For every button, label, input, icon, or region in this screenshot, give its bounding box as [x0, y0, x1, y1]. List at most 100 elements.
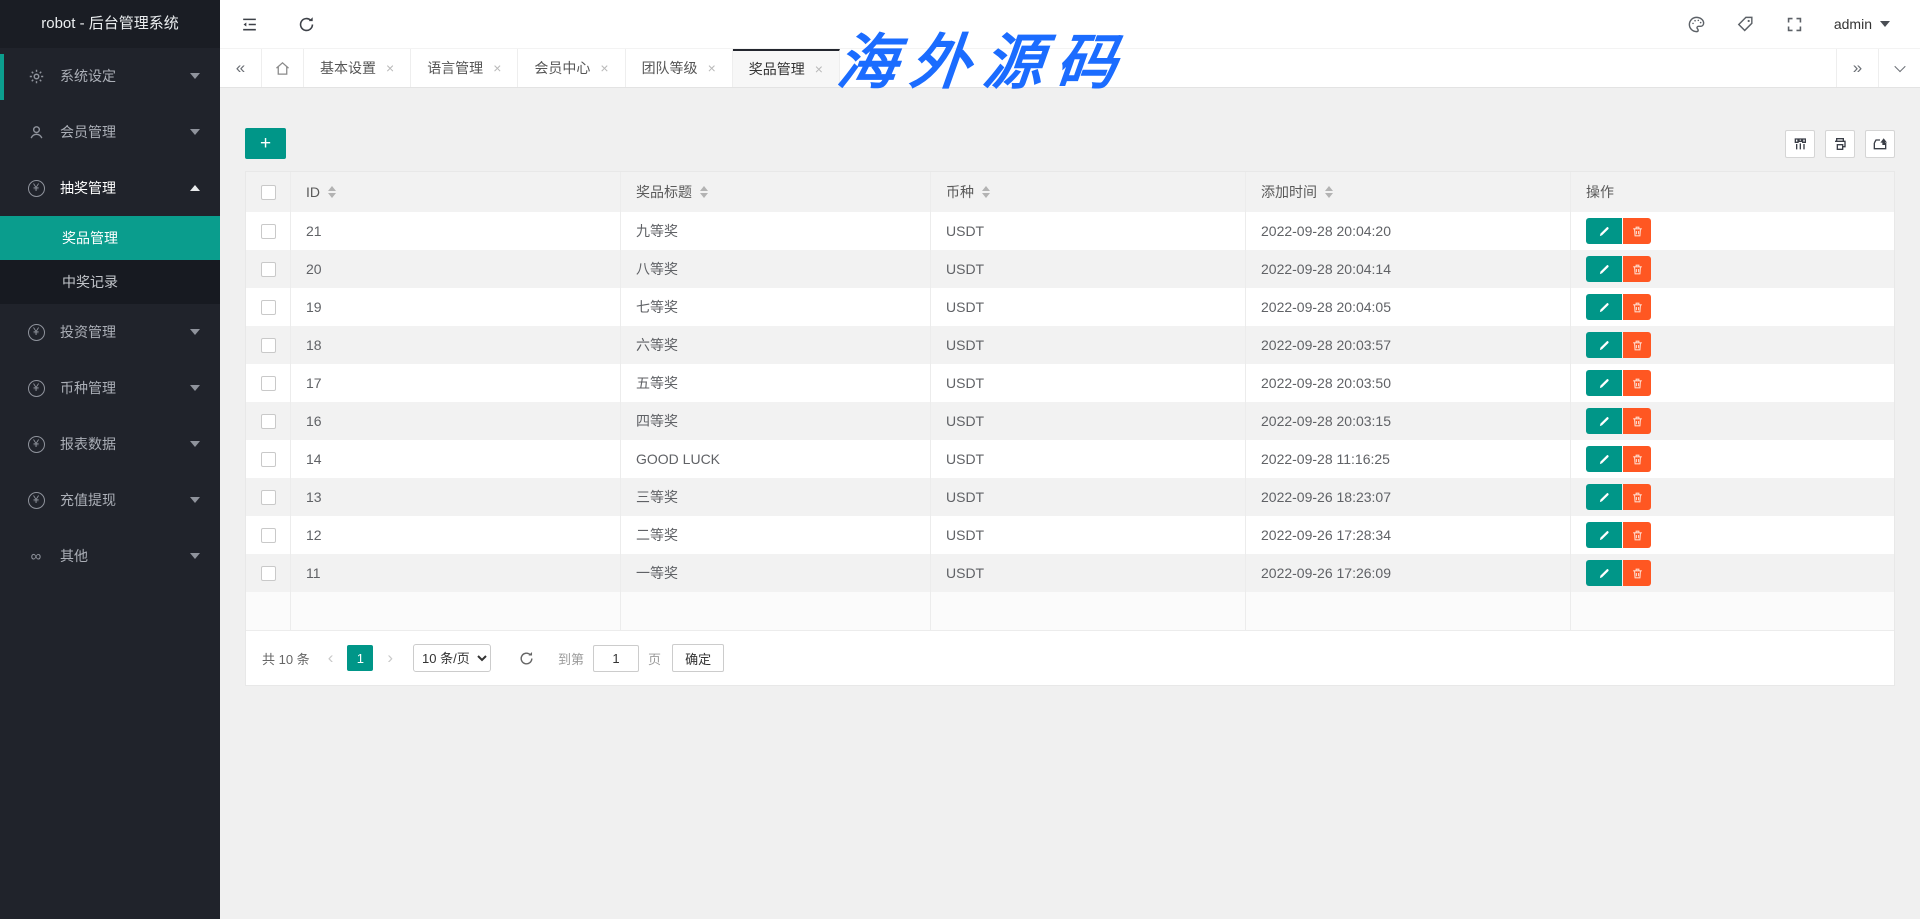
edit-button[interactable] [1586, 332, 1622, 358]
edit-button[interactable] [1586, 560, 1622, 586]
tab-prize-management[interactable]: 奖品管理 × [733, 49, 840, 87]
row-checkbox[interactable] [261, 376, 276, 391]
cell-title: 二等奖 [621, 516, 931, 554]
pagination-next-button[interactable]: › [382, 648, 398, 668]
sidebar-subitem-winning-records[interactable]: 中奖记录 [0, 260, 220, 304]
row-checkbox[interactable] [261, 224, 276, 239]
edit-button[interactable] [1586, 370, 1622, 396]
edit-button[interactable] [1586, 446, 1622, 472]
cell-title: 四等奖 [621, 402, 931, 440]
pagination-refresh-icon[interactable] [518, 650, 535, 667]
edit-button[interactable] [1586, 522, 1622, 548]
cell-time: 2022-09-28 20:03:15 [1246, 402, 1571, 440]
fullscreen-icon[interactable] [1785, 15, 1804, 34]
close-icon[interactable]: × [815, 61, 823, 77]
delete-button[interactable] [1623, 294, 1651, 320]
delete-button[interactable] [1623, 370, 1651, 396]
user-menu[interactable]: admin [1834, 16, 1890, 32]
sidebar-item-lottery-management[interactable]: ¥ 抽奖管理 [0, 160, 220, 216]
close-icon[interactable]: × [493, 60, 501, 76]
column-header-time[interactable]: 添加时间 [1246, 172, 1571, 212]
tab-team-level[interactable]: 团队等级 × [626, 49, 733, 87]
tab-language-management[interactable]: 语言管理 × [411, 49, 518, 87]
cell-id: 17 [291, 364, 621, 402]
goto-page-input[interactable] [593, 645, 639, 672]
sidebar-item-label: 报表数据 [60, 434, 190, 454]
table-header: ID 奖品标题 币种 添加时间 操作 [246, 172, 1894, 212]
tabs-scroll-left-button[interactable]: « [220, 49, 262, 87]
close-icon[interactable]: × [708, 60, 716, 76]
pagination-prev-button[interactable]: ‹ [323, 648, 339, 668]
tabs-menu-button[interactable] [1878, 49, 1920, 87]
theme-palette-icon[interactable] [1687, 15, 1706, 34]
chevron-down-icon [190, 441, 200, 447]
select-all-checkbox[interactable] [261, 185, 276, 200]
sidebar-item-currency-management[interactable]: ¥ 币种管理 [0, 360, 220, 416]
delete-button[interactable] [1623, 446, 1651, 472]
sort-icon[interactable] [328, 186, 336, 198]
edit-button[interactable] [1586, 484, 1622, 510]
home-tab-button[interactable] [262, 49, 304, 87]
cell-time: 2022-09-26 17:26:09 [1246, 554, 1571, 592]
pagination-bar: 共 10 条 ‹ 1 › 10 条/页 到第 页 确定 [246, 630, 1894, 685]
row-checkbox[interactable] [261, 566, 276, 581]
confirm-button[interactable]: 确定 [672, 644, 724, 672]
row-checkbox[interactable] [261, 452, 276, 467]
print-button[interactable] [1825, 130, 1855, 158]
sidebar-item-member-management[interactable]: 会员管理 [0, 104, 220, 160]
tab-member-center[interactable]: 会员中心 × [518, 49, 625, 87]
edit-button[interactable] [1586, 218, 1622, 244]
edit-button[interactable] [1586, 294, 1622, 320]
sort-icon[interactable] [1325, 186, 1333, 198]
close-icon[interactable]: × [600, 60, 608, 76]
delete-button[interactable] [1623, 256, 1651, 282]
sidebar-subitem-prize-management[interactable]: 奖品管理 [0, 216, 220, 260]
chevron-up-icon [190, 185, 200, 191]
sidebar-item-investment-management[interactable]: ¥ 投资管理 [0, 304, 220, 360]
column-header-actions: 操作 [1571, 172, 1894, 212]
cell-title: 九等奖 [621, 212, 931, 250]
column-header-title[interactable]: 奖品标题 [621, 172, 931, 212]
prize-table: ID 奖品标题 币种 添加时间 操作 [245, 171, 1895, 686]
close-icon[interactable]: × [386, 60, 394, 76]
sidebar-toggle-icon[interactable] [240, 15, 259, 34]
row-checkbox[interactable] [261, 300, 276, 315]
sidebar-scrollbar[interactable] [0, 54, 4, 100]
column-header-currency[interactable]: 币种 [931, 172, 1246, 212]
edit-button[interactable] [1586, 256, 1622, 282]
edit-button[interactable] [1586, 408, 1622, 434]
column-header-id[interactable]: ID [291, 172, 621, 212]
delete-button[interactable] [1623, 522, 1651, 548]
pagination-page-button[interactable]: 1 [347, 645, 373, 671]
export-button[interactable] [1865, 130, 1895, 158]
content-area: + [220, 88, 1920, 919]
delete-button[interactable] [1623, 218, 1651, 244]
delete-button[interactable] [1623, 560, 1651, 586]
row-checkbox[interactable] [261, 414, 276, 429]
sidebar-item-recharge-withdraw[interactable]: ¥ 充值提现 [0, 472, 220, 528]
tag-icon[interactable] [1736, 15, 1755, 34]
refresh-icon[interactable] [297, 15, 316, 34]
page-size-select[interactable]: 10 条/页 [413, 644, 491, 672]
row-checkbox[interactable] [261, 262, 276, 277]
cell-currency: USDT [931, 364, 1246, 402]
row-checkbox[interactable] [261, 490, 276, 505]
delete-button[interactable] [1623, 408, 1651, 434]
column-filter-button[interactable] [1785, 130, 1815, 158]
tabs-scroll-right-button[interactable]: » [1836, 49, 1878, 87]
add-prize-button[interactable]: + [245, 128, 286, 159]
delete-button[interactable] [1623, 484, 1651, 510]
cell-title: GOOD LUCK [621, 440, 931, 478]
table-body: 21 九等奖 USDT 2022-09-28 20:04:20 20 八等奖 U… [246, 212, 1894, 630]
row-checkbox[interactable] [261, 528, 276, 543]
sidebar-item-report-data[interactable]: ¥ 报表数据 [0, 416, 220, 472]
sort-icon[interactable] [982, 186, 990, 198]
row-checkbox[interactable] [261, 338, 276, 353]
sidebar-item-other[interactable]: ∞ 其他 [0, 528, 220, 584]
tab-basic-settings[interactable]: 基本设置 × [304, 49, 411, 87]
cell-id: 19 [291, 288, 621, 326]
delete-button[interactable] [1623, 332, 1651, 358]
sidebar-item-system-settings[interactable]: 系统设定 [0, 48, 220, 104]
sort-icon[interactable] [700, 186, 708, 198]
cell-time: 2022-09-28 20:03:57 [1246, 326, 1571, 364]
